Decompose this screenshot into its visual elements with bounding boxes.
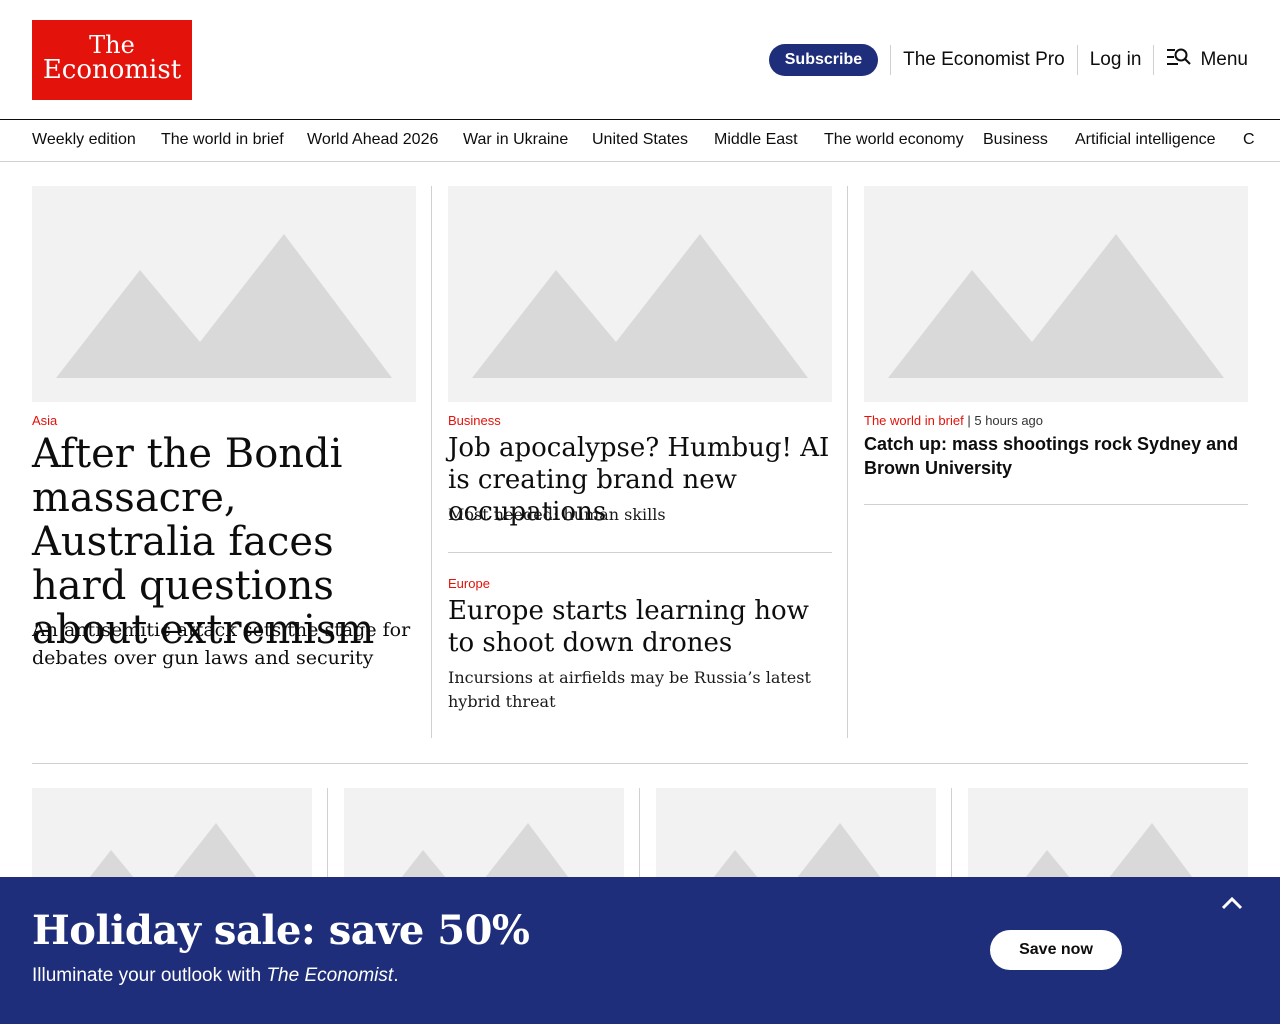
banner-subtitle: Illuminate your outlook with The Economi… <box>32 965 398 987</box>
brief-article-kicker[interactable]: The world in brief <box>864 413 964 428</box>
menu-button[interactable]: Menu <box>1166 47 1248 73</box>
brief-article-time: 5 hours ago <box>974 413 1044 428</box>
third-article-kicker[interactable]: Europe <box>448 576 490 591</box>
nav-world-in-brief[interactable]: The world in brief <box>161 131 284 149</box>
holiday-sale-banner: Holiday sale: save 50% Illuminate your o… <box>0 877 1280 1024</box>
economist-pro-link[interactable]: The Economist Pro <box>903 49 1065 71</box>
search-menu-icon <box>1166 47 1192 73</box>
brief-article-image[interactable] <box>864 186 1248 402</box>
article-divider <box>448 552 832 553</box>
column-divider <box>847 186 848 738</box>
subscribe-button[interactable]: Subscribe <box>768 44 879 76</box>
column-divider <box>639 788 640 888</box>
nav-more-item[interactable]: C <box>1243 131 1255 149</box>
save-now-button[interactable]: Save now <box>990 930 1122 970</box>
third-article-headline[interactable]: Europe starts learning how to shoot down… <box>448 595 832 659</box>
section-nav: Weekly edition The world in brief World … <box>0 120 1280 162</box>
second-article-kicker[interactable]: Business <box>448 413 501 428</box>
economist-logo[interactable]: The Economist <box>32 20 192 100</box>
lead-article-kicker[interactable]: Asia <box>32 413 57 428</box>
banner-subtitle-prefix: Illuminate your outlook with <box>32 965 267 986</box>
nav-world-economy[interactable]: The world economy <box>824 131 964 149</box>
login-link[interactable]: Log in <box>1090 49 1142 71</box>
column-divider <box>951 788 952 888</box>
second-article-description: Most needed: human skills <box>448 505 666 524</box>
nav-war-in-ukraine[interactable]: War in Ukraine <box>463 131 568 149</box>
third-article-description: Incursions at airfields may be Russia’s … <box>448 668 811 711</box>
nav-middle-east[interactable]: Middle East <box>714 131 798 149</box>
nav-business[interactable]: Business <box>983 131 1048 149</box>
nav-united-states[interactable]: United States <box>592 131 688 149</box>
logo-line-2: Economist <box>42 55 182 85</box>
nav-world-ahead-2026[interactable]: World Ahead 2026 <box>307 131 438 149</box>
column-divider <box>431 186 432 738</box>
header-separator <box>890 45 892 75</box>
lead-article-description: An antisemitic attack sets the stage for… <box>32 619 411 669</box>
header-actions: Subscribe The Economist Pro Log in Menu <box>768 44 1248 76</box>
menu-label: Menu <box>1200 49 1248 70</box>
header-separator <box>1153 45 1155 75</box>
nav-weekly-edition[interactable]: Weekly edition <box>32 131 136 149</box>
chevron-up-icon[interactable] <box>1220 895 1244 916</box>
second-article-image[interactable] <box>448 186 832 402</box>
banner-subtitle-suffix: . <box>393 965 399 986</box>
meta-separator: | <box>967 413 971 428</box>
brief-article-meta: The world in brief | 5 hours ago <box>864 413 1043 428</box>
banner-title: Holiday sale: save 50% <box>32 907 530 954</box>
row-divider <box>32 763 1248 764</box>
article-divider <box>864 504 1248 505</box>
lead-article-image[interactable] <box>32 186 416 402</box>
site-header: The Economist Subscribe The Economist Pr… <box>0 0 1280 120</box>
column-divider <box>327 788 328 888</box>
nav-artificial-intelligence[interactable]: Artificial intelligence <box>1075 131 1216 149</box>
brief-article-headline[interactable]: Catch up: mass shootings rock Sydney and… <box>864 432 1248 480</box>
header-separator <box>1076 45 1078 75</box>
banner-subtitle-brand: The Economist <box>266 965 394 986</box>
